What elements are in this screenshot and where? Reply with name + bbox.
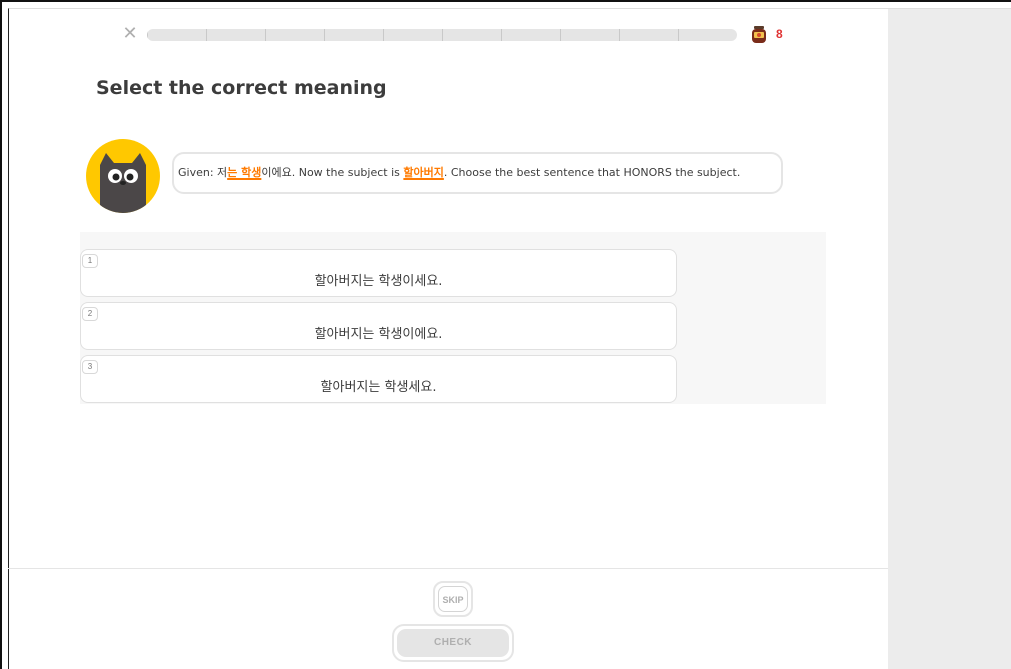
side-pane <box>888 8 1011 669</box>
option-number: 2 <box>82 307 98 321</box>
progress-tick <box>442 29 443 41</box>
jar-icon <box>751 26 767 44</box>
option-number: 3 <box>82 360 98 374</box>
skip-label: SKIP <box>438 586 468 612</box>
check-button[interactable]: CHECK <box>392 624 514 662</box>
skip-button[interactable]: SKIP <box>433 581 473 617</box>
check-label: CHECK <box>397 629 509 657</box>
progress-tick <box>147 29 148 41</box>
footer-divider <box>8 568 888 569</box>
prompt-bubble: Given: 저는 학생이에요. Now the subject is 할아버지… <box>172 152 783 194</box>
option-text: 할아버지는 학생세요. <box>320 380 437 395</box>
close-icon[interactable]: ✕ <box>121 25 139 43</box>
progress-tick <box>383 29 384 41</box>
option-text: 할아버지는 학생이에요. <box>314 327 443 342</box>
progress-bar <box>147 29 737 41</box>
progress-tick <box>678 29 679 41</box>
cat-character-icon <box>86 139 160 213</box>
option-text: 할아버지는 학생이세요. <box>314 274 443 289</box>
progress-tick <box>560 29 561 41</box>
page-title: Select the correct meaning <box>96 77 387 99</box>
bubble-text-pre: Given: 저 <box>178 166 228 179</box>
progress-tick <box>206 29 207 41</box>
progress-tick <box>324 29 325 41</box>
bubble-text-post: . Choose the best sentence that HONORS t… <box>443 166 741 179</box>
answer-option-2[interactable]: 2 할아버지는 학생이에요. <box>80 302 677 350</box>
progress-tick <box>619 29 620 41</box>
answer-option-1[interactable]: 1 할아버지는 학생이세요. <box>80 249 677 297</box>
option-number: 1 <box>82 254 98 268</box>
bubble-highlight-1: 는 학생 <box>227 166 262 179</box>
progress-tick <box>265 29 266 41</box>
answer-option-3[interactable]: 3 할아버지는 학생세요. <box>80 355 677 403</box>
streak-count: 8 <box>776 27 783 41</box>
bubble-text-mid: 이에요. Now the subject is <box>261 166 404 179</box>
progress-tick <box>501 29 502 41</box>
bubble-highlight-2: 할아버지 <box>403 166 444 179</box>
